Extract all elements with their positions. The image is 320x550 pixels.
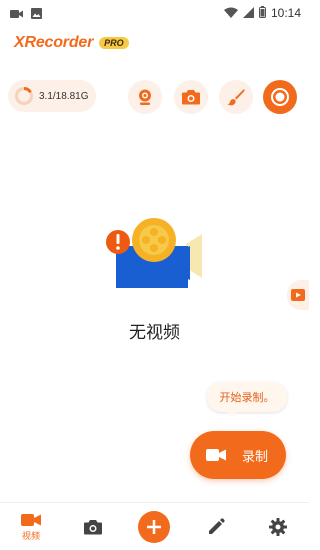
storage-ring-icon — [15, 87, 33, 105]
status-bar-left — [10, 4, 42, 23]
tooltip-tail — [227, 411, 237, 417]
screenshot-camera-icon — [182, 90, 200, 105]
video-camera-icon — [206, 449, 226, 461]
start-recording-tooltip: 开始录制。 — [207, 382, 287, 412]
camera-icon — [84, 520, 102, 535]
nav-item-screenshots[interactable] — [73, 503, 113, 550]
status-time: 10:14 — [270, 5, 301, 20]
record-mode-button[interactable] — [263, 80, 297, 114]
bottom-navigation: 视频 — [0, 502, 309, 550]
floating-video-icon — [291, 289, 305, 301]
record-circle-icon — [271, 88, 289, 106]
record-button-label: 录制 — [242, 449, 269, 465]
nav-item-edit[interactable] — [196, 503, 236, 550]
facecam-icon — [139, 89, 151, 105]
video-notification-icon — [10, 4, 23, 23]
pro-badge[interactable]: PRO — [99, 37, 129, 49]
wifi-icon — [223, 3, 238, 22]
signal-icon — [242, 3, 254, 22]
floating-ball[interactable] — [287, 280, 309, 310]
status-bar-right: 10:14 — [223, 3, 301, 22]
settings-gear-icon — [269, 518, 287, 536]
image-notification-icon — [31, 4, 42, 23]
brush-button[interactable] — [219, 80, 253, 114]
nav-item-video-label: 视频 — [21, 531, 40, 542]
battery-icon — [258, 3, 266, 22]
app-header: XRecorder PRO — [14, 34, 129, 52]
screenshot-button[interactable] — [174, 80, 208, 114]
plus-icon — [147, 520, 161, 534]
film-camera-icon — [106, 218, 202, 288]
status-bar: 10:14 — [0, 0, 309, 22]
brush-icon — [227, 89, 245, 106]
record-button[interactable]: 录制 — [190, 431, 286, 479]
facecam-button[interactable] — [128, 80, 162, 114]
video-icon — [21, 513, 41, 526]
storage-text: 3.1/18.81G — [39, 90, 89, 102]
nav-item-add[interactable] — [134, 503, 174, 550]
empty-state-text: 无视频 — [129, 323, 180, 343]
storage-indicator[interactable]: 3.1/18.81G — [8, 80, 96, 112]
nav-item-video[interactable]: 视频 — [11, 503, 51, 550]
app-logo: XRecorder — [14, 34, 94, 51]
nav-item-settings[interactable] — [258, 503, 298, 550]
pencil-icon — [209, 518, 225, 534]
add-button[interactable] — [138, 511, 170, 543]
